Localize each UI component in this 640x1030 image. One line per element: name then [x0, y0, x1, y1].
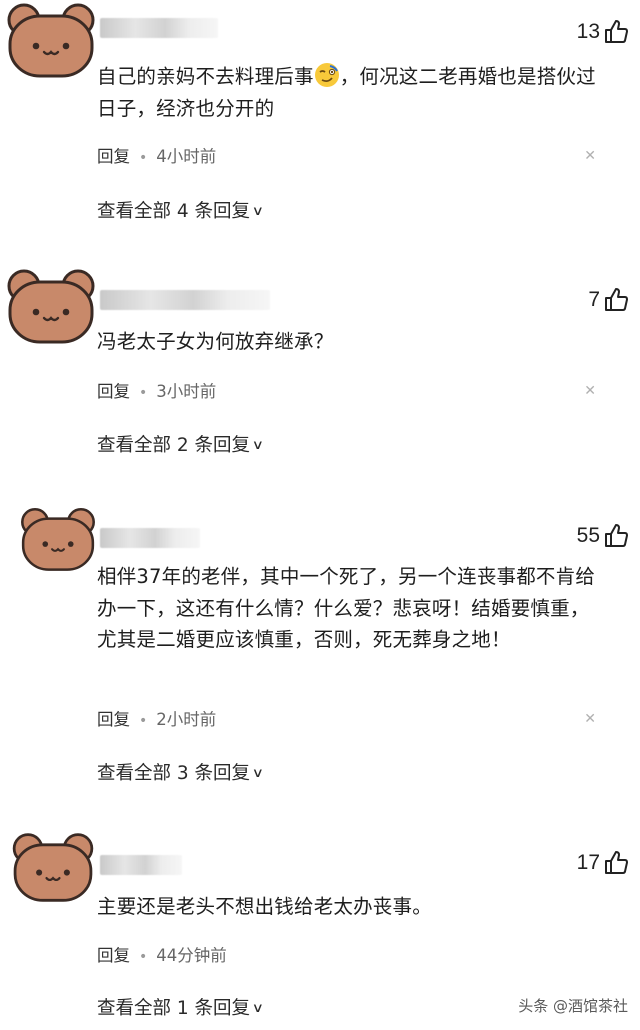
- view-replies-button[interactable]: 查看全部 1 条回复 ∨: [97, 994, 264, 1020]
- separator-dot: •: [139, 949, 148, 965]
- bear-face-avatar-icon: [7, 3, 95, 78]
- view-replies-button[interactable]: 查看全部 2 条回复 ∨: [97, 431, 264, 457]
- comment-meta: 回复 • 4小时前: [97, 143, 216, 167]
- reply-button[interactable]: 回复: [97, 147, 130, 166]
- comment-meta: 回复 • 44分钟前: [97, 942, 227, 966]
- thumbs-up-icon[interactable]: [603, 287, 629, 313]
- bear-face-avatar-icon: [12, 833, 94, 902]
- thumbs-up-icon[interactable]: [603, 19, 629, 45]
- reply-button[interactable]: 回复: [97, 946, 130, 965]
- comment-meta: 回复 • 3小时前: [97, 378, 216, 402]
- username[interactable]: [100, 290, 270, 310]
- bear-face-avatar-icon: [7, 269, 95, 344]
- close-icon[interactable]: ✕: [584, 383, 596, 399]
- timestamp: 4小时前: [156, 147, 217, 166]
- user-avatar[interactable]: [18, 505, 98, 573]
- close-icon[interactable]: ✕: [584, 711, 596, 727]
- username[interactable]: [100, 18, 218, 38]
- like-count: 55: [576, 524, 600, 547]
- close-icon[interactable]: ✕: [584, 148, 596, 164]
- thumbs-up-icon[interactable]: [603, 850, 629, 876]
- comment-text-part: 自己的亲妈不去料理后事: [97, 65, 314, 88]
- user-avatar[interactable]: [4, 0, 98, 80]
- comment-text: 主要还是老头不想出钱给老太办丧事。: [97, 895, 432, 918]
- comment-text: 自己的亲妈不去料理后事 ，何况这二老再婚也是搭伙过日子，经济也分开的: [97, 61, 607, 124]
- bear-face-avatar-icon: [21, 507, 95, 571]
- timestamp: 44分钟前: [156, 946, 227, 965]
- view-replies-button[interactable]: 查看全部 4 条回复 ∨: [97, 197, 264, 223]
- wink-smirk-emoji: [314, 63, 339, 87]
- timestamp: 2小时前: [156, 710, 217, 729]
- user-avatar[interactable]: [4, 266, 98, 346]
- separator-dot: •: [139, 385, 148, 401]
- username[interactable]: [100, 528, 200, 548]
- reply-button[interactable]: 回复: [97, 382, 130, 401]
- like-count: 7: [588, 288, 600, 311]
- comment-text: 相伴37年的老伴，其中一个死了，另一个连丧事都不肯给办一下，这还有什么情？什么爱…: [97, 565, 596, 651]
- view-replies-button[interactable]: 查看全部 3 条回复 ∨: [97, 759, 264, 785]
- chevron-down-icon: ∨: [251, 766, 264, 781]
- thumbs-up-icon[interactable]: [603, 523, 629, 549]
- view-replies-label: 查看全部 1 条回复: [97, 998, 251, 1019]
- username[interactable]: [100, 855, 182, 875]
- view-replies-label: 查看全部 2 条回复: [97, 435, 251, 456]
- user-avatar[interactable]: [8, 830, 98, 904]
- like-count: 17: [576, 851, 600, 874]
- timestamp: 3小时前: [156, 382, 217, 401]
- separator-dot: •: [139, 150, 148, 166]
- reply-button[interactable]: 回复: [97, 710, 130, 729]
- separator-dot: •: [139, 713, 148, 729]
- view-replies-label: 查看全部 3 条回复: [97, 763, 251, 784]
- chevron-down-icon: ∨: [251, 204, 264, 219]
- chevron-down-icon: ∨: [251, 1001, 264, 1016]
- like-count: 13: [576, 20, 600, 43]
- comment-text: 冯老太子女为何放弃继承？: [97, 330, 334, 353]
- source-watermark: 头条 @酒馆茶社: [518, 997, 628, 1015]
- view-replies-label: 查看全部 4 条回复: [97, 201, 251, 222]
- chevron-down-icon: ∨: [251, 438, 264, 453]
- comment-meta: 回复 • 2小时前: [97, 706, 216, 730]
